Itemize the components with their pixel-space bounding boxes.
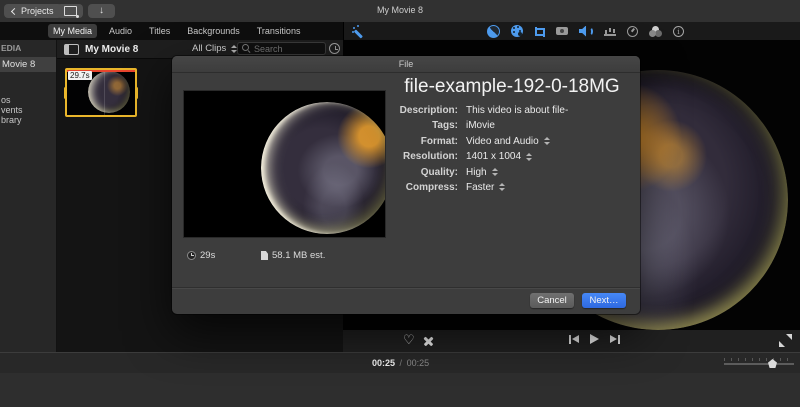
tab-my-media[interactable]: My Media bbox=[48, 24, 98, 38]
field-label: Resolution: bbox=[403, 151, 458, 163]
dialog-footer: Cancel Next… bbox=[172, 287, 640, 314]
clip-duration-filter-icon[interactable] bbox=[329, 43, 340, 54]
info-icon[interactable]: i bbox=[673, 25, 684, 37]
imovie-window: Projects ↓ My Movie 8 My Media Audio Tit… bbox=[0, 0, 800, 407]
time-strip: 00:25 / 00:25 bbox=[0, 352, 800, 373]
time-separator: / bbox=[399, 358, 403, 368]
timeline-area[interactable] bbox=[0, 373, 800, 407]
adjustment-icons: i bbox=[487, 22, 684, 40]
sidebar-item-my-movie[interactable]: Movie 8 bbox=[0, 57, 56, 72]
total-time: 00:25 bbox=[406, 358, 430, 368]
dialog-title: File bbox=[172, 56, 640, 73]
tab-transitions[interactable]: Transitions bbox=[252, 24, 306, 38]
sidebar-section-header: EDIA bbox=[1, 43, 22, 53]
export-size-value: 58.1 MB est. bbox=[272, 250, 326, 261]
transport-controls bbox=[569, 334, 620, 344]
stabilization-icon[interactable] bbox=[556, 27, 568, 35]
trim-handle-left[interactable] bbox=[64, 86, 67, 99]
clip-thumbnail[interactable]: 29.7s bbox=[64, 68, 138, 117]
field-value: Video and Audio bbox=[466, 135, 539, 147]
clips-filter-dropdown[interactable]: All Clips bbox=[192, 43, 237, 54]
trim-handle-right[interactable] bbox=[135, 86, 138, 99]
viewer-toolbar: i bbox=[343, 22, 800, 40]
window-title: My Movie 8 bbox=[376, 5, 423, 15]
resolution-stepper[interactable] bbox=[526, 153, 532, 161]
search-field[interactable] bbox=[237, 42, 326, 55]
field-quality: Quality: High bbox=[394, 167, 630, 178]
next-frame-button[interactable] bbox=[610, 334, 620, 344]
field-description: Description: This video is about file- bbox=[394, 105, 630, 116]
clip-duration-badge: 29.7s bbox=[68, 71, 92, 80]
export-duration-value: 29s bbox=[200, 250, 216, 261]
field-compress: Compress: Faster bbox=[394, 182, 630, 193]
clock-icon bbox=[187, 251, 196, 260]
sidebar-item-events[interactable]: vents bbox=[1, 105, 23, 115]
clip-filter-effects-icon[interactable] bbox=[649, 25, 662, 37]
export-duration: 29s bbox=[187, 250, 215, 261]
favorite-heart-icon[interactable]: ♡ bbox=[403, 332, 415, 349]
top-toolbar: Projects ↓ My Movie 8 bbox=[0, 0, 800, 23]
compress-stepper[interactable] bbox=[499, 183, 505, 191]
field-label: Description: bbox=[399, 105, 458, 116]
speed-icon[interactable] bbox=[627, 25, 638, 37]
sidebar-item-library[interactable]: brary bbox=[1, 115, 22, 125]
field-format: Format: Video and Audio bbox=[394, 136, 630, 147]
timeline-zoom-slider[interactable] bbox=[724, 358, 794, 368]
previous-frame-button[interactable] bbox=[569, 334, 579, 344]
crop-icon[interactable] bbox=[534, 26, 545, 37]
field-tags: Tags: iMovie bbox=[394, 120, 630, 131]
export-file-name[interactable]: file-example-192-0-18MG bbox=[394, 76, 630, 98]
export-info-row: 29s 58.1 MB est. bbox=[183, 250, 386, 264]
field-value[interactable]: iMovie bbox=[466, 120, 495, 131]
sidebar-toggle-icon[interactable] bbox=[64, 44, 79, 55]
tab-titles[interactable]: Titles bbox=[144, 24, 175, 38]
tab-audio[interactable]: Audio bbox=[104, 24, 137, 38]
earth-preview-image bbox=[261, 102, 385, 234]
field-value: Faster bbox=[466, 181, 495, 193]
format-stepper[interactable] bbox=[544, 137, 550, 145]
search-input[interactable] bbox=[254, 43, 321, 54]
next-button[interactable]: Next… bbox=[582, 293, 626, 308]
export-fields: Description: This video is about file- T… bbox=[394, 105, 630, 193]
play-button[interactable] bbox=[590, 334, 599, 344]
tab-backgrounds[interactable]: Backgrounds bbox=[182, 24, 245, 38]
volume-icon[interactable] bbox=[579, 26, 593, 37]
earth-thumbnail-image bbox=[88, 71, 130, 113]
sidebar-item-photos[interactable]: os bbox=[1, 95, 11, 105]
color-correction-icon[interactable] bbox=[511, 25, 523, 37]
clips-filter-label: All Clips bbox=[192, 43, 227, 54]
export-settings: file-example-192-0-18MG Description: Thi… bbox=[394, 76, 630, 197]
file-icon bbox=[261, 251, 268, 260]
export-size: 58.1 MB est. bbox=[261, 250, 325, 261]
file-export-dialog: File 29s 58.1 MB est. file-example-192-0… bbox=[172, 56, 640, 314]
color-balance-icon[interactable] bbox=[487, 24, 500, 38]
elapsed-time: 00:25 bbox=[372, 358, 396, 368]
frame-divider bbox=[104, 70, 105, 115]
reject-x-icon[interactable] bbox=[423, 336, 434, 347]
field-label: Quality: bbox=[420, 166, 458, 178]
field-label: Format: bbox=[420, 135, 458, 147]
field-resolution: Resolution: 1401 x 1004 bbox=[394, 151, 630, 162]
libraries-sidebar: EDIA Movie 8 os vents brary bbox=[0, 40, 57, 352]
export-preview bbox=[183, 90, 386, 238]
field-value: High bbox=[466, 166, 487, 178]
media-tab-bar: My Media Audio Titles Backgrounds Transi… bbox=[0, 22, 343, 40]
cancel-button[interactable]: Cancel bbox=[530, 293, 574, 308]
noise-reduction-icon[interactable] bbox=[604, 26, 616, 36]
time-display: 00:25 / 00:25 bbox=[372, 358, 429, 368]
viewer-controls-bar: ♡ bbox=[343, 330, 800, 352]
field-value[interactable]: This video is about file- bbox=[466, 105, 568, 116]
field-label: Tags: bbox=[432, 120, 458, 132]
quality-stepper[interactable] bbox=[492, 168, 498, 176]
field-value: 1401 x 1004 bbox=[466, 151, 522, 163]
fullscreen-icon[interactable] bbox=[779, 334, 792, 347]
search-icon bbox=[242, 44, 251, 53]
slider-ticks bbox=[724, 358, 794, 361]
browser-project-title: My Movie 8 bbox=[85, 44, 139, 55]
enhance-wand-icon[interactable] bbox=[352, 26, 364, 38]
field-label: Compress: bbox=[405, 181, 458, 193]
